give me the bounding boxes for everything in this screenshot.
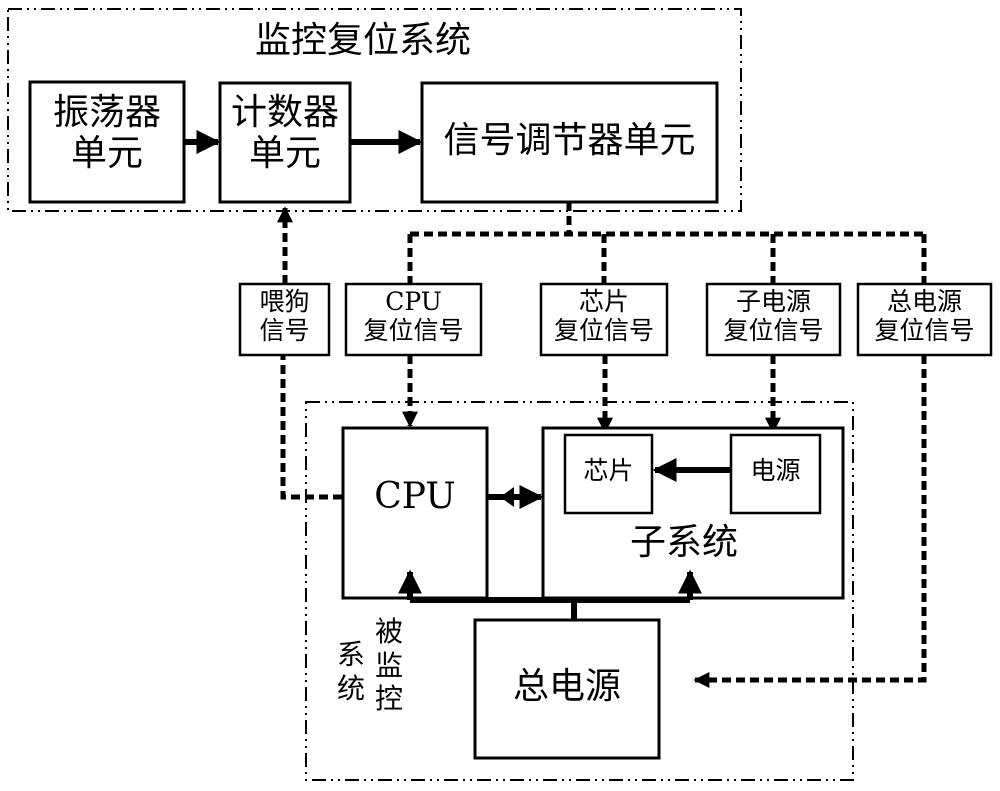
monitored-system-title-col1: 被监控 (374, 615, 403, 716)
chip-reset-line1: 芯片 (578, 287, 629, 316)
power-label: 电源 (750, 456, 801, 485)
mainpower-reset-line1: 总电源 (886, 287, 962, 316)
oscillator-label-line1: 振荡器 (52, 92, 161, 133)
monitored-system-title-col2: 系统 (336, 638, 365, 705)
cpu-label: CPU (374, 476, 456, 517)
regulator-label: 信号调节器单元 (443, 120, 696, 161)
chip-label: 芯片 (583, 456, 634, 485)
watchdog-line2: 信号 (259, 315, 310, 345)
cpu-reset-line1: CPU (385, 287, 442, 316)
oscillator-label: 振荡器 单元 (30, 92, 184, 175)
bidirectional-arrow-left-head (500, 487, 514, 507)
monitor-reset-system-title: 监控复位系统 (255, 20, 472, 61)
counter-label-line1: 计数器 (230, 92, 339, 133)
watchdog-line1: 喂狗 (259, 287, 310, 316)
cpu-reset-signal-label: CPU 复位信号 (346, 287, 481, 346)
subpower-reset-signal-label: 子电源 复位信号 (707, 287, 840, 346)
mainpower-reset-signal-label: 总电源 复位信号 (858, 287, 991, 346)
mainpower-reset-line2: 复位信号 (874, 315, 975, 345)
oscillator-label-line2: 单元 (70, 133, 143, 175)
counter-label: 计数器 单元 (220, 92, 350, 175)
watchdog-signal-label: 喂狗 信号 (240, 287, 329, 346)
chip-reset-line2: 复位信号 (553, 315, 654, 345)
main-power-label: 总电源 (512, 666, 621, 707)
chip-reset-signal-label: 芯片 复位信号 (541, 287, 667, 346)
watchdog-line-lower (280, 355, 342, 500)
subpower-reset-line1: 子电源 (735, 287, 811, 316)
subsystem-label: 子系统 (630, 522, 739, 563)
cpu-reset-line2: 复位信号 (363, 315, 464, 345)
subpower-reset-line2: 复位信号 (723, 315, 824, 345)
counter-label-line2: 单元 (248, 133, 321, 175)
